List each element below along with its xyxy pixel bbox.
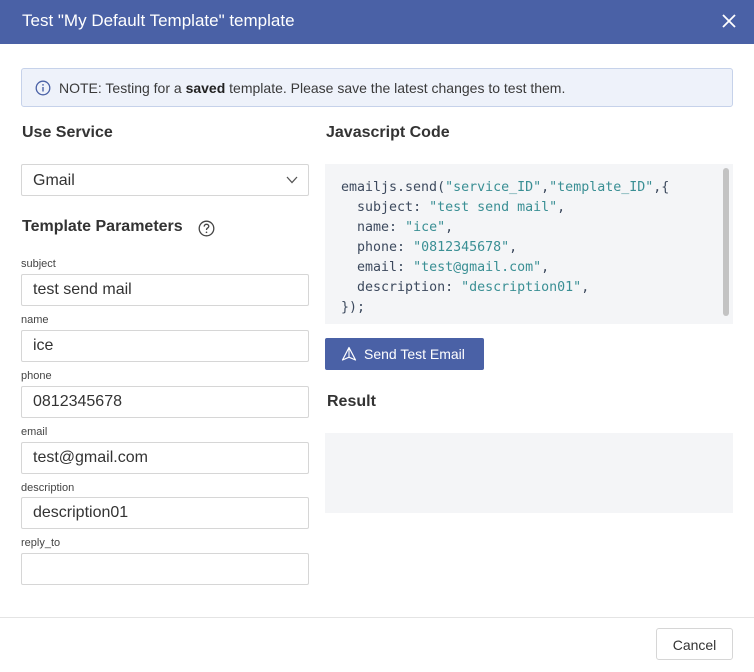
code-key: phone bbox=[357, 240, 398, 255]
code-value: "0812345678" bbox=[413, 240, 510, 255]
result-heading: Result bbox=[327, 393, 376, 410]
cancel-label: Cancel bbox=[672, 637, 717, 653]
subject-input[interactable] bbox=[21, 274, 309, 306]
description-input[interactable] bbox=[21, 497, 309, 529]
code-value: "description01" bbox=[461, 280, 582, 295]
send-test-email-label: Send Test Email bbox=[364, 346, 465, 362]
reply-to-label: reply_to bbox=[21, 537, 61, 549]
template-parameters-heading: Template Parameters bbox=[22, 218, 183, 235]
javascript-code-heading: Javascript Code bbox=[326, 124, 450, 141]
name-label: name bbox=[21, 314, 49, 326]
code-scrollbar-thumb[interactable] bbox=[723, 168, 729, 316]
notice-suffix: template. Please save the latest changes… bbox=[225, 80, 566, 96]
name-input[interactable] bbox=[21, 330, 309, 362]
footer-divider bbox=[0, 617, 754, 618]
code-value: "test@gmail.com" bbox=[413, 260, 542, 275]
dialog-title: Test "My Default Template" template bbox=[22, 11, 295, 30]
code-key: email bbox=[357, 260, 398, 275]
email-label: email bbox=[21, 426, 48, 438]
code-panel: emailjs.send("service_ID","template_ID",… bbox=[325, 164, 733, 324]
result-panel bbox=[325, 433, 733, 513]
send-icon bbox=[341, 346, 357, 361]
code-service-id: "service_ID" bbox=[445, 180, 542, 195]
code-open: ,{ bbox=[653, 180, 670, 195]
info-icon bbox=[35, 80, 51, 96]
code-key: subject bbox=[357, 200, 414, 215]
code-key: description bbox=[357, 280, 446, 295]
code-call: emailjs.send( bbox=[341, 180, 446, 195]
code-value: "ice" bbox=[405, 220, 446, 235]
phone-input[interactable] bbox=[21, 386, 309, 418]
help-icon[interactable] bbox=[198, 220, 215, 237]
description-label: description bbox=[21, 482, 75, 494]
notice-banner: NOTE: Testing for a saved template. Plea… bbox=[21, 68, 733, 107]
notice-bold: saved bbox=[185, 80, 226, 96]
notice-prefix: NOTE: Testing for a bbox=[59, 80, 186, 96]
code-block: emailjs.send("service_ID","template_ID",… bbox=[341, 180, 670, 315]
use-service-heading: Use Service bbox=[22, 124, 113, 141]
close-icon[interactable] bbox=[718, 10, 740, 32]
subject-label: subject bbox=[21, 258, 56, 270]
code-close: }); bbox=[341, 300, 366, 315]
reply-to-input[interactable] bbox=[21, 553, 309, 585]
code-template-id: "template_ID" bbox=[549, 180, 654, 195]
send-test-email-button[interactable]: Send Test Email bbox=[325, 338, 484, 370]
chevron-down-icon bbox=[286, 176, 298, 184]
phone-label: phone bbox=[21, 370, 52, 382]
service-select[interactable]: Gmail bbox=[21, 164, 309, 196]
notice-text: NOTE: Testing for a saved template. Plea… bbox=[59, 80, 565, 96]
code-key: name bbox=[357, 220, 390, 235]
email-input[interactable] bbox=[21, 442, 309, 474]
service-select-value: Gmail bbox=[33, 172, 75, 189]
code-value: "test send mail" bbox=[429, 200, 558, 215]
cancel-button[interactable]: Cancel bbox=[656, 628, 733, 660]
dialog-header: Test "My Default Template" template bbox=[0, 0, 754, 44]
